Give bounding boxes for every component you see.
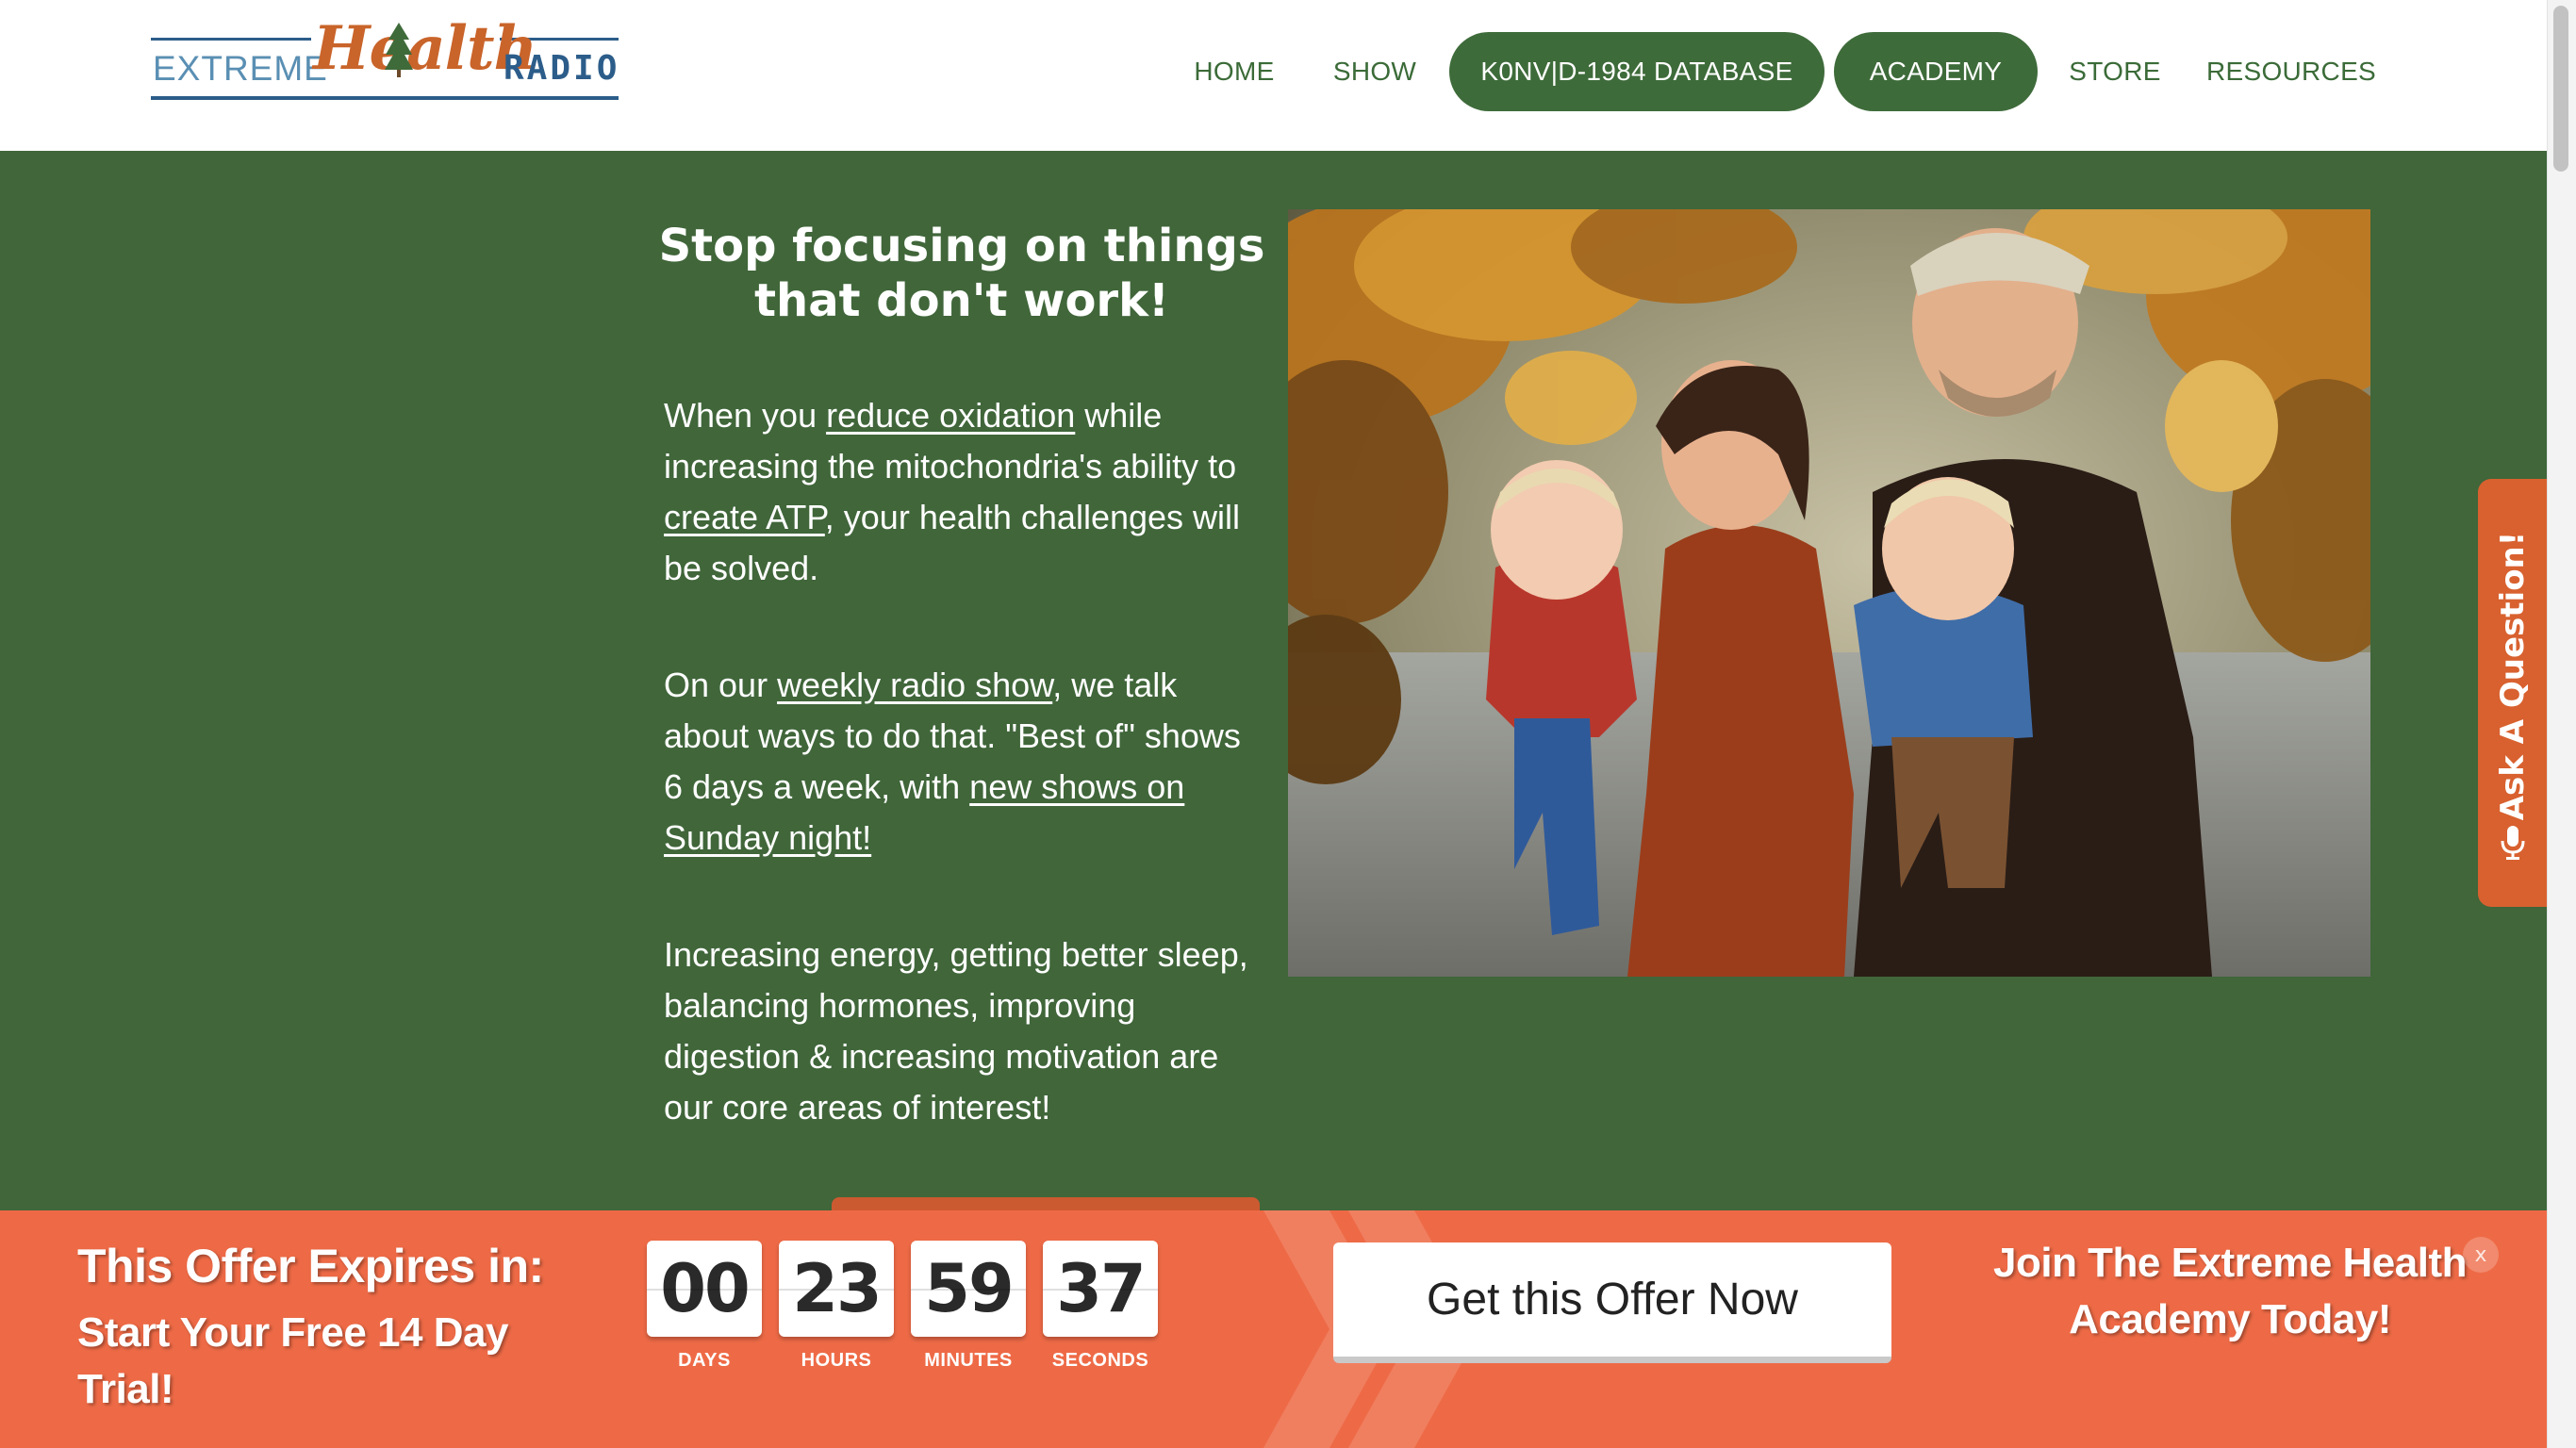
- page-scrollbar-thumb[interactable]: [2553, 6, 2568, 172]
- nav-academy[interactable]: ACADEMY: [1834, 32, 2038, 111]
- hero-paragraph-interests: Increasing energy, getting better sleep,…: [664, 935, 1248, 1127]
- link-reduce-oxidation[interactable]: reduce oxidation: [826, 396, 1075, 435]
- countdown-seconds: 37: [1043, 1241, 1158, 1337]
- nav-home[interactable]: HOME: [1184, 32, 1284, 111]
- nav-show[interactable]: SHOW: [1328, 32, 1422, 111]
- link-create-atp[interactable]: create ATP: [664, 498, 825, 536]
- logo-rule-top-left: [151, 38, 311, 41]
- hero-headline: Stop focusing on things that don't work!: [658, 220, 1265, 327]
- offer-subtitle: Start Your Free 14 Day Trial!: [77, 1309, 508, 1412]
- countdown-minutes-label: MINUTES: [924, 1350, 1013, 1371]
- countdown-minutes: 59: [911, 1241, 1026, 1337]
- ask-a-question-label: Ask A Question!: [2494, 531, 2532, 821]
- para2-text-1: On our: [664, 666, 778, 704]
- link-weekly-radio-show[interactable]: weekly radio show: [777, 666, 1052, 704]
- offer-countdown-bar: This Offer Expires in: Start Your Free 1…: [0, 1210, 2547, 1448]
- nav-resources[interactable]: RESOURCES: [2206, 32, 2376, 111]
- countdown-seconds-label: SECONDS: [1051, 1350, 1149, 1371]
- site-header: EXTREME Health RADIO HOME SHOW K0NV|D-19…: [0, 0, 2547, 151]
- offer-title: This Offer Expires in:: [77, 1240, 544, 1292]
- logo-underline: [151, 96, 619, 100]
- logo-word-extreme: EXTREME: [153, 49, 328, 88]
- countdown-hours: 23: [779, 1241, 894, 1337]
- family-photo: [1288, 209, 2370, 977]
- site-logo[interactable]: EXTREME Health RADIO: [149, 13, 620, 104]
- hero-paragraph-oxidation: When you reduce oxidation while increasi…: [664, 390, 1267, 594]
- countdown-hours-label: HOURS: [801, 1350, 872, 1371]
- nav-store[interactable]: STORE: [2065, 32, 2165, 111]
- page-scrollbar[interactable]: [2547, 0, 2576, 1448]
- family-photo-illustration: [1288, 209, 2370, 977]
- join-academy-text: Join The Extreme Health Academy Today!: [1993, 1240, 2467, 1342]
- logo-word-radio: RADIO: [504, 49, 620, 88]
- ask-a-question-tab[interactable]: Ask A Question!: [2478, 479, 2548, 907]
- countdown-days-label: DAYS: [678, 1350, 731, 1371]
- close-offer-icon[interactable]: x: [2463, 1237, 2499, 1273]
- get-offer-button[interactable]: Get this Offer Now: [1333, 1242, 1891, 1363]
- microphone-icon: [2501, 826, 2525, 860]
- pine-tree-icon: [385, 23, 413, 77]
- countdown-days: 00: [647, 1241, 762, 1337]
- nav-konvid-database[interactable]: K0NV|D-1984 DATABASE: [1449, 32, 1825, 111]
- para1-text-1: When you: [664, 396, 827, 435]
- hero-paragraph-radio-show: On our weekly radio show, we talk about …: [664, 660, 1267, 864]
